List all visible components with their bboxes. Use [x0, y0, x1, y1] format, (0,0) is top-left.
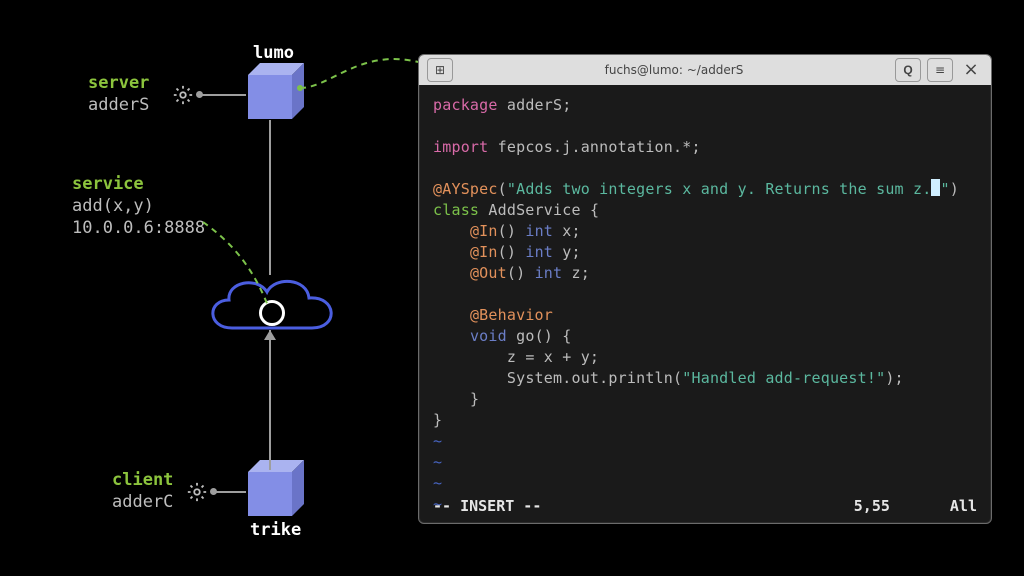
ann-behavior: @Behavior [470, 306, 553, 324]
close-button[interactable]: × [959, 58, 983, 80]
pkg-name: adderS [498, 96, 563, 114]
search-icon: Q [903, 63, 912, 77]
new-tab-button[interactable]: ⊞ [427, 58, 453, 82]
code-line: z = x + y; [433, 347, 977, 368]
stmt-assign: z = x + y; [507, 348, 599, 366]
var-y: y; [553, 243, 581, 261]
semi: ; [691, 138, 700, 156]
code-line: } [433, 410, 977, 431]
close-icon: × [963, 59, 978, 80]
stmt-println: System.out.println( [507, 369, 682, 387]
method-go: go() { [507, 327, 572, 345]
var-z: z; [562, 264, 590, 282]
indent [433, 348, 507, 366]
type-int: int [516, 222, 553, 240]
window-titlebar: ⊞ fuchs@lumo: ~/adderS Q ≡ × [419, 55, 991, 85]
code-blank [433, 158, 977, 179]
code-line: @In() int x; [433, 221, 977, 242]
new-tab-icon: ⊞ [435, 63, 445, 77]
code-line: import fepcos.j.annotation.*; [433, 137, 977, 158]
code-line: @Out() int z; [433, 263, 977, 284]
indent [433, 264, 470, 282]
vim-status-line: -- INSERT -- 5,55 All [433, 497, 977, 515]
indent [433, 390, 470, 408]
code-line: @In() int y; [433, 242, 977, 263]
paren: () [507, 264, 525, 282]
type-void: void [470, 327, 507, 345]
code-line: @AYSpec("Adds two integers x and y. Retu… [433, 179, 977, 200]
class-name: AddService [479, 201, 590, 219]
code-line: package adderS; [433, 95, 977, 116]
ann-ayspec: @AYSpec [433, 180, 498, 198]
paren: ( [498, 180, 507, 198]
paren: () [498, 222, 516, 240]
code-line: class AddService { [433, 200, 977, 221]
search-button[interactable]: Q [895, 58, 921, 82]
brace: } [470, 390, 479, 408]
code-line: } [433, 389, 977, 410]
code-line: System.out.println("Handled add-request!… [433, 368, 977, 389]
indent [433, 369, 507, 387]
client-label: client adderC [112, 469, 173, 513]
import-path: fepcos.j.annotation.* [488, 138, 691, 156]
window-title: fuchs@lumo: ~/adderS [453, 63, 895, 77]
paren: ); [885, 369, 903, 387]
code-blank [433, 116, 977, 137]
paren: ) [950, 180, 959, 198]
client-name: adderC [112, 491, 173, 513]
ann-in: @In [470, 222, 498, 240]
type-int: int [516, 243, 553, 261]
vim-tilde: ~ [433, 452, 977, 473]
vim-tilde: ~ [433, 473, 977, 494]
code-line: void go() { [433, 326, 977, 347]
terminal-window: ⊞ fuchs@lumo: ~/adderS Q ≡ × package add… [418, 54, 992, 524]
var-x: x; [553, 222, 581, 240]
stub-line-bottom [212, 491, 246, 493]
code-line: @Behavior [433, 305, 977, 326]
vim-scroll: All [950, 497, 977, 515]
vim-position: 5,55 [854, 497, 890, 515]
str-end: " [940, 180, 949, 198]
semi: ; [562, 96, 571, 114]
menu-icon: ≡ [935, 63, 945, 77]
kw-package: package [433, 96, 498, 114]
paren: () [498, 243, 516, 261]
ayspec-string: "Adds two integers x and y. Returns the … [507, 180, 932, 198]
terminal-body[interactable]: package adderS; import fepcos.j.annotati… [419, 85, 991, 515]
indent [433, 243, 470, 261]
kw-class: class [433, 201, 479, 219]
ann-out: @Out [470, 264, 507, 282]
println-string: "Handled add-request!" [682, 369, 885, 387]
code-blank [433, 284, 977, 305]
client-header: client [112, 469, 173, 491]
stub-dot-bottom [210, 488, 217, 495]
gear-icon-client [186, 481, 208, 503]
indent [433, 327, 470, 345]
indent [433, 222, 470, 240]
brace: } [433, 411, 442, 429]
node-label-trike: trike [250, 520, 301, 540]
vim-tilde: ~ [433, 431, 977, 452]
ann-in: @In [470, 243, 498, 261]
vim-mode: -- INSERT -- [433, 497, 541, 515]
indent [433, 306, 470, 324]
kw-import: import [433, 138, 488, 156]
cube-node-bottom [248, 472, 292, 516]
type-int: int [525, 264, 562, 282]
menu-button[interactable]: ≡ [927, 58, 953, 82]
brace: { [590, 201, 599, 219]
